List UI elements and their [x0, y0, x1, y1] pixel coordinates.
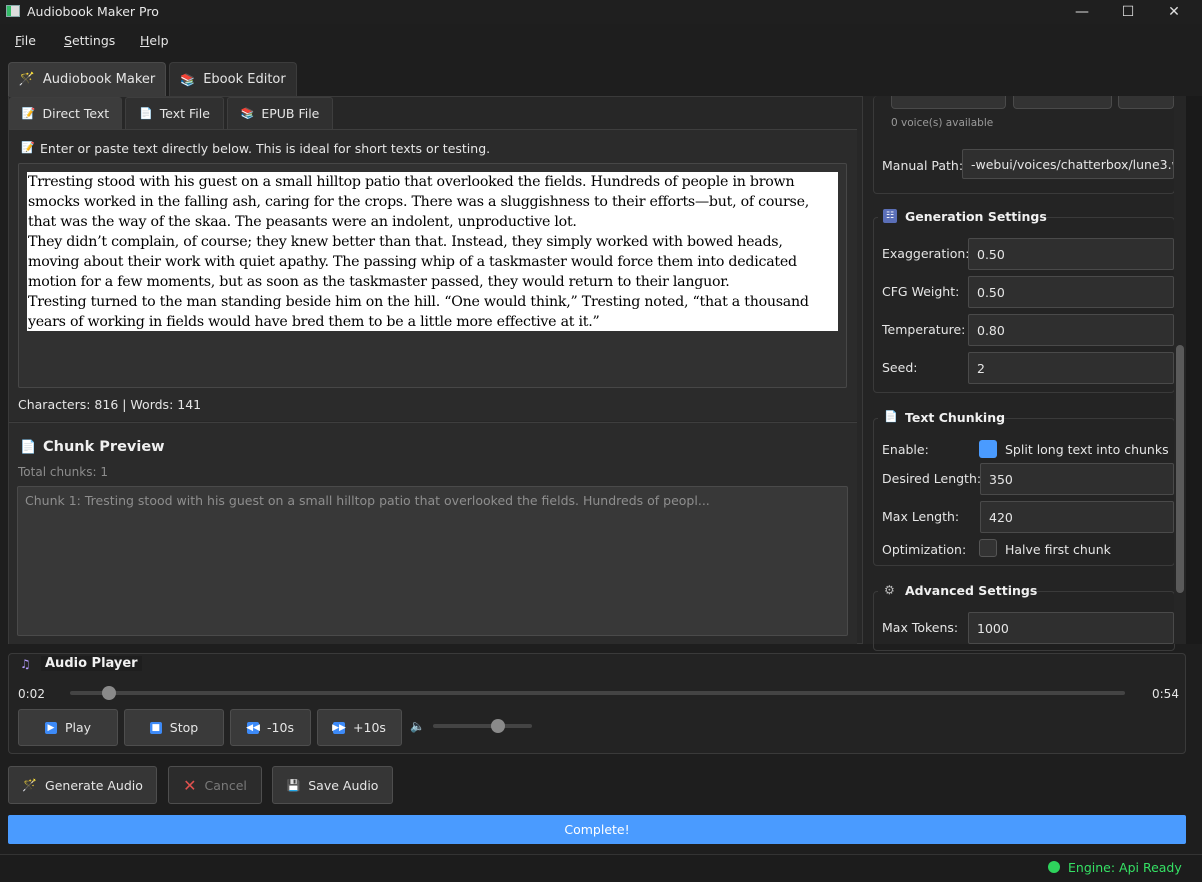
chunk-preview-box[interactable] [17, 486, 848, 636]
text-input-content[interactable]: Trresting stood with his guest on a smal… [27, 172, 838, 331]
manual-path-input[interactable]: -webui/voices/chatterbox/lune3.wav [962, 149, 1174, 179]
rewind-icon: ◀◀ [246, 721, 260, 734]
tab-ebook-editor[interactable]: 📚 Ebook Editor [169, 62, 297, 96]
audio-player-title: Audio Player [41, 656, 142, 671]
play-icon: ▶ [44, 721, 57, 734]
menu-bar [0, 28, 1202, 52]
button-label: Generate Audio [45, 777, 143, 793]
total-chunks: Total chunks: 1 [18, 465, 108, 479]
voice-group-frame [873, 96, 1175, 194]
tab-label: Ebook Editor [203, 72, 286, 87]
close-window-button[interactable]: ✕ [1151, 0, 1197, 24]
title-bar [0, 0, 1202, 24]
tab-label: Direct Text [42, 106, 110, 121]
tab-direct-text[interactable]: 📝 Direct Text [9, 97, 122, 129]
button-label: Play [64, 720, 92, 735]
instruction-text: Enter or paste text directly below. This… [40, 141, 491, 156]
button-label: Stop [169, 720, 199, 735]
generate-audio-button[interactable]: 🪄 Generate Audio [8, 766, 157, 804]
window-title: Audiobook Maker Pro [27, 4, 159, 19]
fast-forward-icon: ▶▶ [332, 721, 346, 734]
chunk-preview-text: Chunk 1: Tresting stood with his guest o… [25, 493, 710, 508]
memo-icon: 📝 [21, 107, 36, 120]
text-chunking-title: Text Chunking [905, 410, 1006, 425]
enable-label: Enable: [882, 442, 929, 457]
stop-button[interactable]: ■ Stop [124, 709, 224, 746]
button-label: Save Audio [308, 777, 379, 793]
optimization-label: Optimization: [882, 542, 967, 557]
tab-epub-file[interactable]: 📚 EPUB File [227, 97, 333, 129]
speaker-icon: 🔈 [410, 719, 425, 733]
temperature-input[interactable]: 0.80 [968, 314, 1174, 346]
total-time: 0:54 [1152, 687, 1179, 701]
status-bar [0, 854, 1202, 882]
progress-bar: Complete! [8, 815, 1186, 844]
menu-file[interactable]: File [15, 33, 36, 48]
save-audio-button[interactable]: 💾 Save Audio [272, 766, 393, 804]
stop-icon: ■ [149, 721, 162, 734]
volume-slider[interactable] [433, 724, 532, 728]
halve-first-chunk-checkbox[interactable] [979, 539, 997, 557]
music-note-icon: ♫ [20, 657, 31, 671]
gear-icon: ⚙ [884, 583, 895, 597]
minimize-button[interactable]: — [1059, 0, 1105, 24]
enable-chunking-text: Split long text into chunks [1005, 442, 1169, 457]
app-icon [6, 5, 20, 17]
chunk-preview-title: Chunk Preview [43, 439, 165, 455]
tab-text-file[interactable]: 📄 Text File [125, 97, 224, 129]
progress-label: Complete! [564, 822, 630, 837]
document-icon: 📄 [20, 440, 37, 455]
cfg-weight-input[interactable]: 0.50 [968, 276, 1174, 308]
menu-settings[interactable]: Settings [64, 33, 115, 48]
character-word-count: Characters: 816 | Words: 141 [18, 397, 202, 412]
temperature-label: Temperature: [882, 322, 966, 337]
sliders-icon: ☷ [883, 209, 897, 223]
menu-help[interactable]: Help [140, 33, 169, 48]
seek-handle[interactable] [102, 686, 117, 700]
tab-label: Text File [159, 106, 210, 121]
settings-scroll-thumb[interactable] [1176, 345, 1184, 593]
desired-length-input[interactable]: 350 [980, 463, 1174, 495]
close-icon: ✕ [183, 775, 197, 795]
magic-wand-icon: 🪄 [18, 72, 35, 87]
tab-audiobook-maker[interactable]: 🪄 Audiobook Maker [8, 62, 166, 96]
halve-first-chunk-text: Halve first chunk [1005, 542, 1111, 557]
memo-icon: 📝 [21, 141, 35, 154]
books-icon: 📚 [240, 107, 255, 120]
magic-wand-icon: 🪄 [22, 778, 38, 792]
floppy-disk-icon: 💾 [286, 778, 301, 792]
desired-length-label: Desired Length: [882, 471, 982, 486]
exaggeration-label: Exaggeration: [882, 246, 970, 261]
fast-forward-button[interactable]: ▶▶ +10s [317, 709, 402, 746]
maximize-button[interactable]: ☐ [1105, 0, 1151, 24]
engine-status-indicator [1048, 861, 1060, 873]
advanced-settings-title: Advanced Settings [905, 583, 1038, 598]
manual-path-label: Manual Path: [882, 158, 964, 173]
button-label: -10s [267, 720, 294, 735]
play-button[interactable]: ▶ Play [18, 709, 118, 746]
button-label: Cancel [204, 777, 247, 793]
button-label: +10s [353, 720, 386, 735]
seed-label: Seed: [882, 360, 918, 375]
enable-chunking-checkbox[interactable] [979, 440, 997, 458]
max-tokens-input[interactable]: 1000 [968, 612, 1174, 644]
tab-label: Audiobook Maker [42, 72, 156, 87]
max-length-label: Max Length: [882, 509, 960, 524]
cfg-weight-label: CFG Weight: [882, 284, 960, 299]
exaggeration-input[interactable]: 0.50 [968, 238, 1174, 270]
seed-input[interactable]: 2 [968, 352, 1174, 384]
rewind-button[interactable]: ◀◀ -10s [230, 709, 311, 746]
max-length-input[interactable]: 420 [980, 501, 1174, 533]
engine-status-text: Engine: Api Ready [1068, 860, 1182, 875]
window-edge [1186, 96, 1202, 644]
generation-settings-title: Generation Settings [905, 209, 1047, 224]
cancel-button[interactable]: ✕ Cancel [168, 766, 262, 804]
tab-label: EPUB File [261, 106, 320, 121]
max-tokens-label: Max Tokens: [882, 620, 959, 635]
document-icon: 📄 [139, 107, 153, 120]
books-icon: 📚 [180, 72, 196, 87]
document-icon: 📄 [884, 410, 898, 423]
seek-slider[interactable] [70, 691, 1125, 695]
current-time: 0:02 [18, 687, 45, 701]
